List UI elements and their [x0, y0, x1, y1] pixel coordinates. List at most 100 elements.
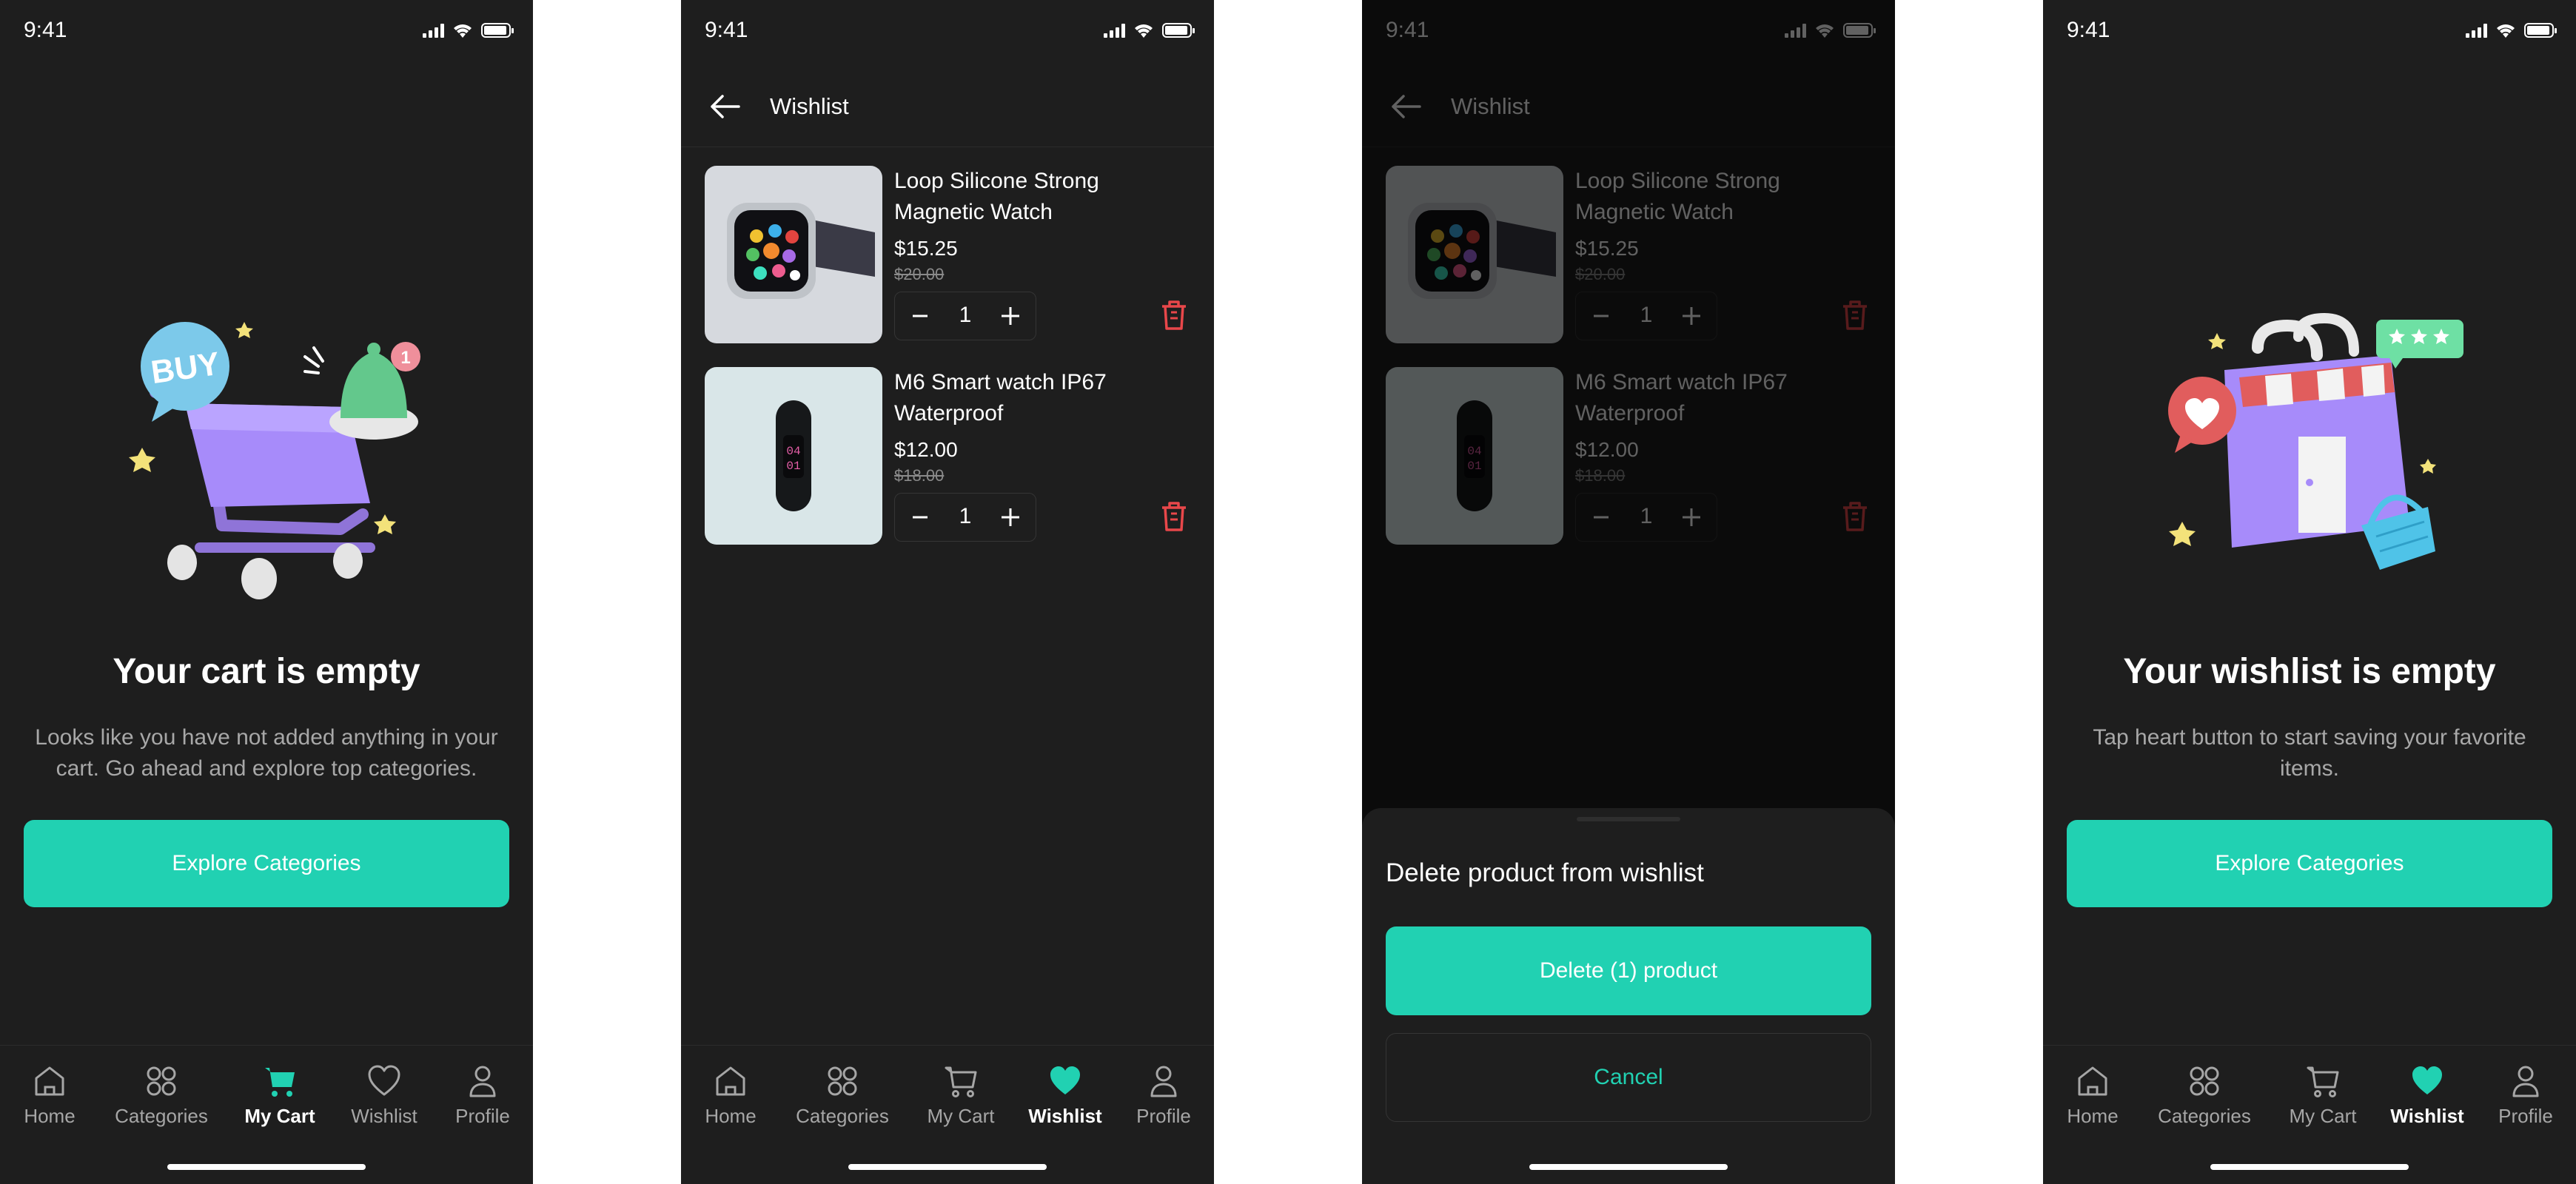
quantity-stepper: 1: [894, 493, 1036, 542]
nav-my-cart[interactable]: My Cart: [2284, 1062, 2361, 1136]
trash-icon[interactable]: [1158, 297, 1190, 333]
wifi-icon: [2497, 24, 2515, 38]
product-name[interactable]: M6 Smart watch IP67 Waterproof: [894, 367, 1161, 429]
nav-my-cart[interactable]: My Cart: [241, 1062, 318, 1136]
plus-icon[interactable]: [996, 301, 1025, 331]
empty-cart-title: Your cart is empty: [113, 652, 420, 691]
nav-wishlist-label: Wishlist: [1028, 1105, 1102, 1127]
profile-icon: [1150, 1066, 1177, 1097]
nav-wishlist[interactable]: Wishlist: [1024, 1062, 1106, 1136]
wishlist-item: 04 01 M6 Smart watch IP67 Waterproof $12…: [705, 367, 1190, 546]
nav-categories-label: Categories: [796, 1105, 889, 1127]
empty-cart-illustration: BUY 1: [129, 322, 420, 599]
nav-wishlist-label: Wishlist: [351, 1105, 417, 1127]
profile-icon: [2512, 1066, 2539, 1097]
page-title: Wishlist: [770, 93, 849, 119]
cancel-button[interactable]: Cancel: [1386, 1033, 1871, 1122]
svg-text:04: 04: [786, 445, 800, 458]
plus-icon[interactable]: [996, 502, 1025, 532]
nav-profile[interactable]: Profile: [2493, 1062, 2558, 1136]
empty-wishlist-title: Your wishlist is empty: [2123, 652, 2496, 691]
home-icon: [716, 1066, 745, 1096]
explore-categories-button[interactable]: Explore Categories: [2067, 820, 2552, 907]
nav-profile-label: Profile: [455, 1105, 510, 1127]
status-bar: 9:41: [0, 0, 533, 62]
nav-categories[interactable]: Categories: [2153, 1062, 2256, 1136]
nav-wishlist[interactable]: Wishlist: [343, 1062, 425, 1136]
product-price: $15.25: [894, 237, 958, 260]
nav-categories[interactable]: Categories: [791, 1062, 894, 1136]
cart-icon: [265, 1068, 295, 1097]
product-price: $12.00: [894, 438, 958, 461]
nav-home-label: Home: [2067, 1105, 2119, 1127]
battery-icon: [481, 23, 514, 38]
nav-profile-label: Profile: [1136, 1105, 1191, 1127]
categories-icon: [828, 1066, 857, 1096]
back-arrow-icon[interactable]: [703, 84, 748, 129]
heart-icon: [368, 1065, 400, 1096]
profile-icon: [469, 1066, 496, 1097]
home-indicator: [167, 1164, 366, 1170]
nav-wishlist-label: Wishlist: [2390, 1105, 2464, 1127]
product-name[interactable]: Loop Silicone Strong Magnetic Watch: [894, 166, 1161, 228]
home-indicator: [1529, 1164, 1728, 1170]
signal-icon: [423, 23, 444, 38]
delete-bottom-sheet: Delete product from wishlist Delete (1) …: [1362, 808, 1895, 1184]
signal-icon: [1104, 23, 1125, 38]
bottom-nav: Home Categories My Cart Wishlist Profile: [0, 1045, 533, 1184]
notification-count: 1: [400, 348, 410, 368]
wishlist-item: Loop Silicone Strong Magnetic Watch $15.…: [705, 166, 1190, 345]
status-time: 9:41: [705, 18, 748, 42]
wifi-icon: [1135, 24, 1153, 38]
status-bar: 9:41: [2043, 0, 2576, 62]
nav-my-cart[interactable]: My Cart: [922, 1062, 999, 1136]
nav-categories-label: Categories: [2158, 1105, 2251, 1127]
battery-icon: [2524, 23, 2557, 38]
sheet-handle[interactable]: [1577, 817, 1680, 821]
cart-empty-screen: 9:41 BUY 1 Your cart is empty Looks like…: [0, 0, 533, 1184]
nav-my-cart-label: My Cart: [244, 1105, 315, 1127]
categories-icon: [147, 1066, 176, 1096]
categories-icon: [2190, 1066, 2219, 1096]
sheet-title: Delete product from wishlist: [1386, 858, 1704, 887]
wifi-icon: [454, 24, 472, 38]
home-indicator: [848, 1164, 1047, 1170]
wishlist-delete-screen: 9:41 Wishlist Loop Silicone Strong Magne…: [1362, 0, 1895, 1184]
signal-icon: [2466, 23, 2487, 38]
home-icon: [35, 1066, 64, 1096]
nav-home-label: Home: [705, 1105, 757, 1127]
cart-icon: [945, 1066, 977, 1097]
status-bar: 9:41: [681, 0, 1214, 62]
page-header: Wishlist: [681, 67, 1214, 147]
status-time: 9:41: [2067, 18, 2110, 42]
battery-icon: [1162, 23, 1195, 38]
product-image-watch[interactable]: [705, 166, 882, 343]
home-indicator: [2210, 1164, 2409, 1170]
status-time: 9:41: [24, 18, 67, 42]
explore-categories-button[interactable]: Explore Categories: [24, 820, 509, 907]
svg-text:01: 01: [786, 460, 800, 473]
wishlist-screen: 9:41 Wishlist Loop Silicone Strong Magne…: [681, 0, 1214, 1184]
empty-wishlist-illustration: [2168, 312, 2463, 570]
product-old-price: $20.00: [894, 265, 945, 283]
nav-profile[interactable]: Profile: [450, 1062, 515, 1136]
nav-home[interactable]: Home: [2062, 1062, 2123, 1136]
empty-wishlist-description: Tap heart button to start saving your fa…: [2093, 725, 2526, 781]
nav-home[interactable]: Home: [700, 1062, 761, 1136]
heart-icon: [1050, 1066, 1080, 1094]
delete-product-button[interactable]: Delete (1) product: [1386, 926, 1871, 1015]
nav-wishlist[interactable]: Wishlist: [2387, 1062, 2468, 1136]
trash-icon[interactable]: [1158, 499, 1190, 534]
product-image-band[interactable]: 04 01: [705, 367, 882, 545]
nav-profile[interactable]: Profile: [1131, 1062, 1196, 1136]
heart-icon: [2412, 1066, 2442, 1094]
quantity-stepper: 1: [894, 292, 1036, 340]
cart-icon: [2307, 1066, 2339, 1097]
empty-cart-description: Looks like you have not added anything i…: [35, 725, 498, 781]
home-icon: [2078, 1066, 2107, 1096]
nav-home[interactable]: Home: [19, 1062, 80, 1136]
nav-my-cart-label: My Cart: [2289, 1105, 2357, 1127]
wishlist-empty-screen: 9:41 Your wishlist is empty Tap heart bu…: [2043, 0, 2576, 1184]
nav-profile-label: Profile: [2498, 1105, 2553, 1127]
nav-categories[interactable]: Categories: [110, 1062, 213, 1136]
